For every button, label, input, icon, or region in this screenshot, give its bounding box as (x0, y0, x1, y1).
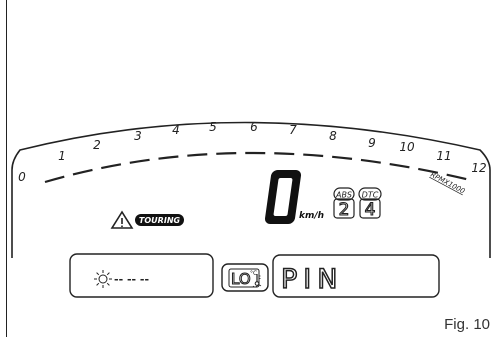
left-display-dashes: -- -- -- (114, 273, 149, 286)
tachometer-scale-label: 8 (329, 129, 337, 143)
main-display-text: PIN (281, 264, 343, 295)
tachometer-scale-label: 12 (471, 161, 486, 175)
tachometer-scale-label: 6 (250, 120, 258, 134)
blinking-light-icon (94, 270, 112, 288)
tachometer-scale-label: 4 (172, 123, 180, 137)
speed-unit: km/h (299, 211, 324, 221)
touring-label: TOURING (139, 216, 181, 225)
abs-level: 2 (339, 200, 350, 220)
tachometer-arc (44, 151, 471, 184)
dashboard-outline (11, 121, 491, 258)
warning-triangle-icon (110, 210, 134, 229)
abs-indicator: ABS 2 (333, 187, 355, 221)
instrument-panel: 0123 4 5 6 7 8 9 101112 RPMX1000 TOURING 0 km/h… (11, 120, 491, 298)
dtc-level: 4 (365, 200, 376, 220)
tachometer-scale-label: 2 (93, 138, 101, 152)
abs-label: ABS (335, 191, 352, 200)
touring-mode-badge: TOURING (135, 214, 184, 226)
tachometer-scale-label: 11 (436, 149, 451, 163)
figure-caption: Fig. 10 (444, 316, 490, 333)
temperature-display: LO °C (221, 263, 269, 292)
tachometer-scale-label: 3 (134, 129, 142, 143)
temperature-unit: °C (250, 270, 257, 277)
dtc-indicator: DTC 4 (358, 187, 382, 221)
tachometer-scale-label: 0 (18, 170, 26, 184)
tachometer-scale-label: 10 (399, 140, 415, 154)
temperature-value: LO (231, 270, 251, 288)
tachometer-scale-label: 1 (58, 149, 66, 163)
tachometer-scale-label: 5 (209, 120, 217, 134)
tachometer-scale-label: 7 (289, 123, 297, 137)
dtc-label: DTC (362, 191, 379, 200)
tachometer-scale-label: 9 (368, 136, 376, 150)
